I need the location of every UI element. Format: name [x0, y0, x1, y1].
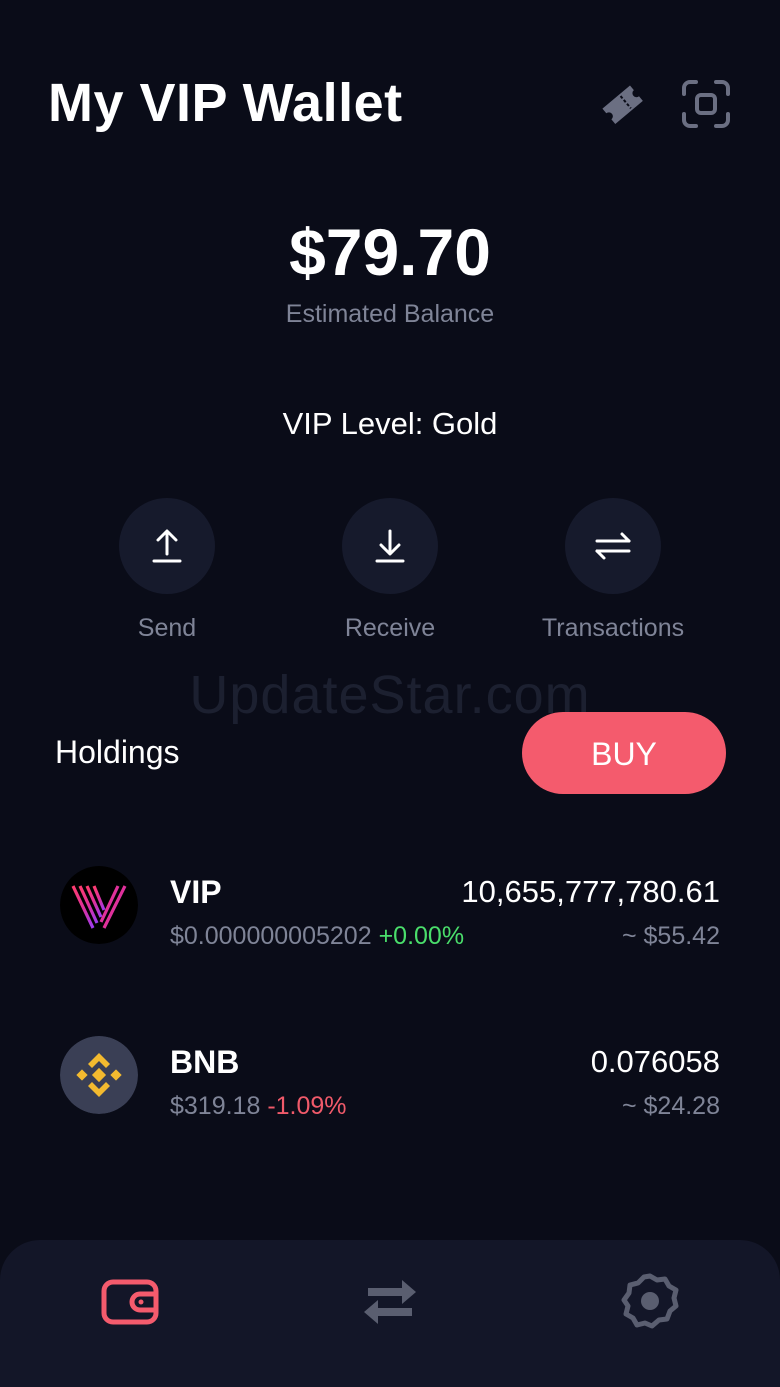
balance-label: Estimated Balance: [285, 300, 495, 328]
token-symbol: VIP: [170, 874, 222, 910]
token-change: -1.09%: [267, 1092, 347, 1120]
bnb-logo-icon: [60, 1036, 138, 1114]
transactions-button[interactable]: Transactions: [503, 498, 723, 643]
send-button[interactable]: Send: [57, 498, 277, 643]
wallet-icon: [101, 1279, 159, 1325]
send-label: Send: [137, 614, 197, 642]
bnb-token-logo: [60, 1036, 138, 1114]
transactions-circle[interactable]: [565, 498, 661, 594]
token-change: +0.00%: [378, 922, 465, 950]
token-amount: 0.076058: [590, 1044, 720, 1079]
token-price-line: $319.18 -1.09%: [170, 1092, 347, 1121]
token-symbol: BNB: [170, 1044, 240, 1080]
bottom-nav: [0, 1240, 780, 1387]
token-row-bnb[interactable]: BNB $319.18 -1.09% 0.076058 ~ $24.28: [60, 1034, 720, 1134]
token-value: ~ $24.28: [621, 1092, 720, 1120]
token-price-line: $0.000000005202 +0.00%: [170, 922, 464, 951]
transactions-label: Transactions: [541, 614, 685, 642]
send-circle[interactable]: [119, 498, 215, 594]
swap-icon: [364, 1280, 416, 1324]
wallet-screen: My VIP Wallet $79.70 Estimated Balance V…: [0, 0, 780, 1387]
vip-token-logo: [60, 866, 138, 944]
vip-level: VIP Level: Gold: [282, 406, 498, 441]
vip-logo-icon: [60, 866, 138, 944]
settings-gear-icon: [621, 1273, 679, 1329]
scan-button[interactable]: [680, 78, 732, 130]
swap-arrows-icon: [595, 532, 631, 560]
token-value: ~ $55.42: [621, 922, 720, 950]
receive-button[interactable]: Receive: [280, 498, 500, 643]
download-arrow-icon: [375, 529, 405, 563]
buy-button[interactable]: BUY: [522, 712, 726, 794]
token-row-vip[interactable]: VIP $0.000000005202 +0.00% 10,655,777,78…: [60, 864, 720, 964]
holdings-title: Holdings: [55, 734, 180, 770]
balance-amount: $79.70: [289, 215, 491, 289]
receive-label: Receive: [344, 614, 436, 642]
ticket-icon: [602, 85, 643, 124]
receive-circle[interactable]: [342, 498, 438, 594]
action-bar: Send Receive Transactions: [0, 498, 780, 658]
token-price: $319.18: [170, 1092, 261, 1120]
nav-settings-tab[interactable]: [618, 1270, 682, 1334]
nav-swap-tab[interactable]: [358, 1270, 422, 1334]
ticket-button[interactable]: [596, 78, 648, 130]
token-amount: 10,655,777,780.61: [461, 874, 720, 909]
token-price: $0.000000005202: [170, 922, 372, 950]
header: My VIP Wallet: [48, 68, 732, 148]
scan-icon: [682, 80, 730, 128]
nav-wallet-tab[interactable]: [98, 1270, 162, 1334]
upload-arrow-icon: [152, 529, 182, 563]
page-title: My VIP Wallet: [48, 73, 403, 133]
